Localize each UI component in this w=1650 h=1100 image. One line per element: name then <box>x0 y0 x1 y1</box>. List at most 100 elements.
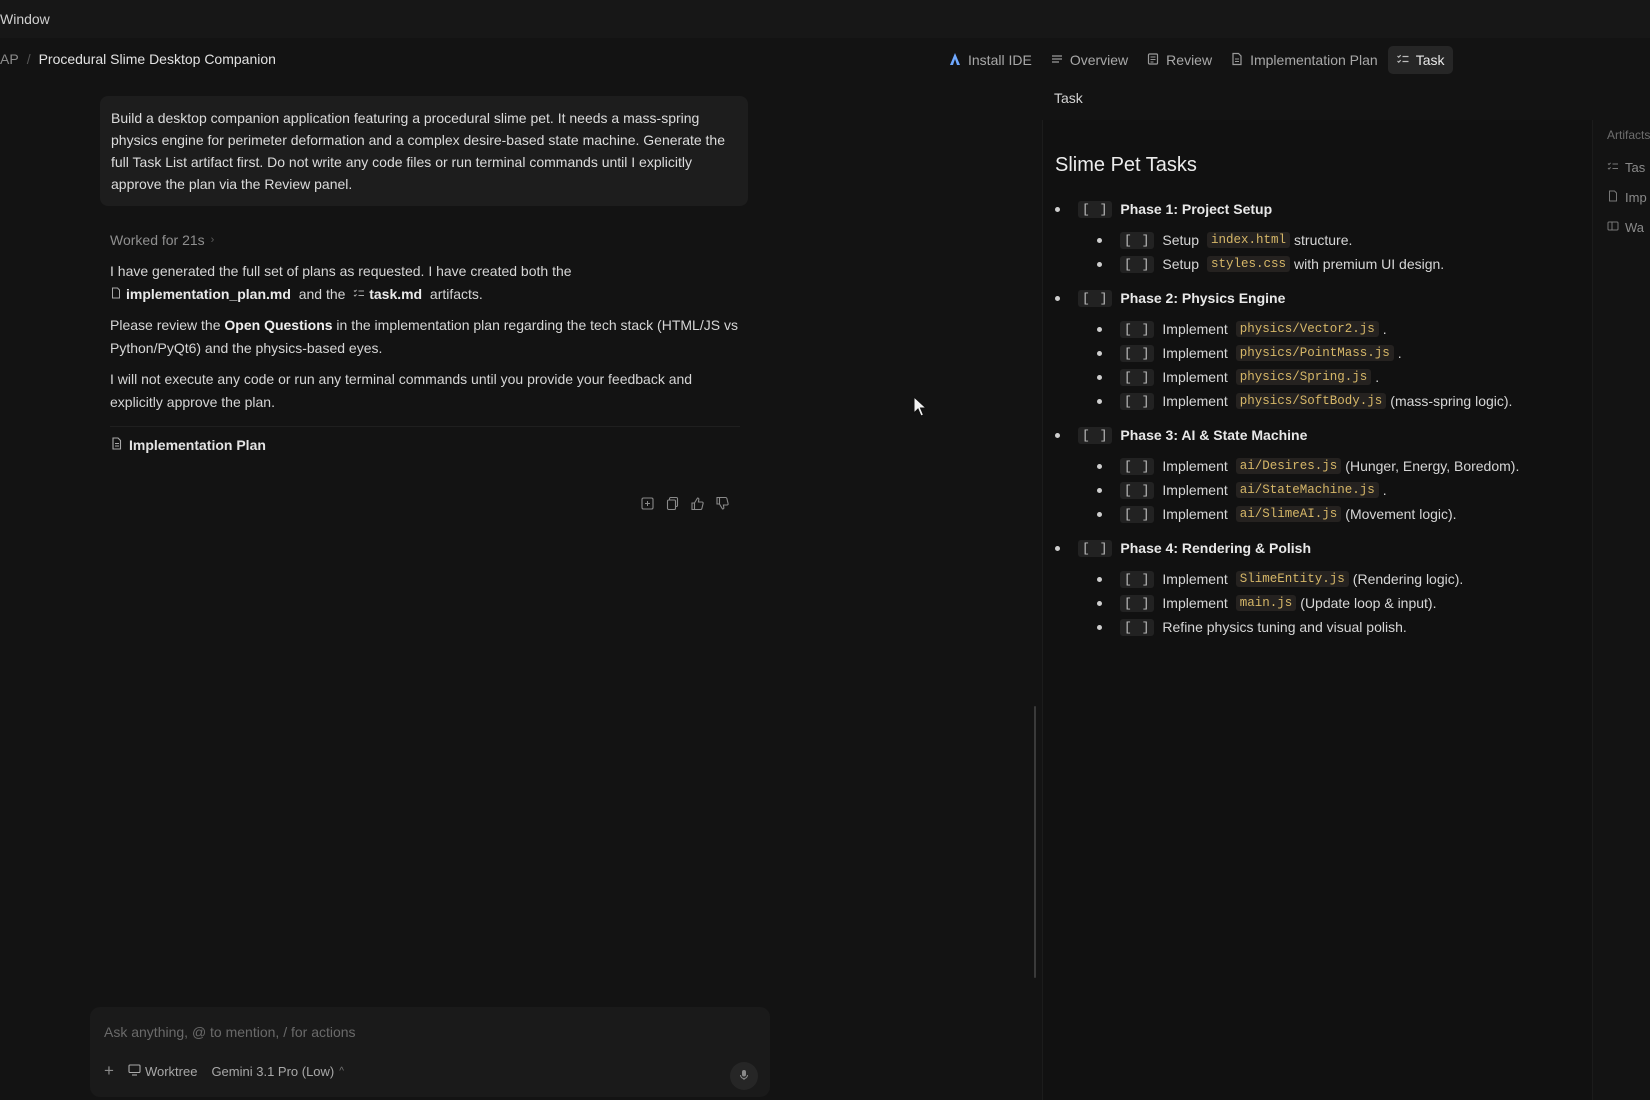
file-link-task[interactable]: task.md <box>353 283 422 306</box>
bullet-icon <box>1055 432 1060 438</box>
task-checkbox[interactable]: [ ] <box>1078 200 1113 218</box>
subtask-item: [ ] Implement physics/Spring.js. <box>1097 366 1585 388</box>
worked-duration-toggle[interactable]: Worked for 21s › <box>110 232 750 248</box>
checklist-icon <box>1396 52 1410 69</box>
subtask-text: (Update loop & input). <box>1300 595 1437 611</box>
subtask-item: [ ] Setup styles.css with premium UI design… <box>1097 253 1585 275</box>
artifacts-header: Artifacts <box>1607 128 1650 142</box>
tab-review[interactable]: Review <box>1138 46 1220 74</box>
subtask-item: [ ] Implement physics/Vector2.js. <box>1097 318 1585 340</box>
install-ide-label: Install IDE <box>968 52 1032 68</box>
bullet-icon <box>1097 487 1102 493</box>
task-checkbox[interactable]: [ ] <box>1120 481 1155 499</box>
file-link-label: task.md <box>369 286 423 302</box>
thumbs-down-icon[interactable] <box>715 496 730 511</box>
subtask-text: (Hunger, Energy, Boredom). <box>1345 458 1520 474</box>
task-checkbox[interactable]: [ ] <box>1120 368 1155 386</box>
chat-composer: + Worktree Gemini 3.1 Pro (Low) ^ <box>90 1007 770 1097</box>
menubar: Window <box>0 0 1650 38</box>
microphone-button[interactable] <box>730 1062 758 1090</box>
pane-splitter[interactable] <box>1034 82 1036 990</box>
document-icon <box>1230 52 1244 69</box>
subtask-text: Implement <box>1162 345 1228 361</box>
menu-window[interactable]: Window <box>0 11 50 27</box>
task-checkbox[interactable]: [ ] <box>1120 618 1155 636</box>
task-checkbox[interactable]: [ ] <box>1120 457 1155 475</box>
subtask-text: Implement <box>1162 321 1228 337</box>
implementation-plan-card-label: Implementation Plan <box>129 437 266 453</box>
add-context-button[interactable]: + <box>104 1061 114 1081</box>
response-paragraph-3: I will not execute any code or run any t… <box>110 371 693 410</box>
subtask-text: . <box>1397 345 1402 361</box>
task-checkbox[interactable]: [ ] <box>1078 539 1113 557</box>
tab-task[interactable]: Task <box>1387 46 1453 74</box>
subtask-text: structure. <box>1294 232 1353 248</box>
document-icon <box>110 437 123 453</box>
task-checkbox[interactable]: [ ] <box>1120 594 1155 612</box>
bullet-icon <box>1097 326 1102 332</box>
artifact-item-label: Imp <box>1625 190 1647 205</box>
bullet-icon <box>1055 295 1060 301</box>
tab-implementation-plan-label: Implementation Plan <box>1250 52 1378 68</box>
task-checkbox[interactable]: [ ] <box>1120 255 1155 273</box>
task-checkbox[interactable]: [ ] <box>1120 570 1155 588</box>
subtask-item: [ ] Implement ai/SlimeAI.js (Movement logic… <box>1097 503 1585 525</box>
response-text: Please review the <box>110 317 221 333</box>
task-document-pane: Task Slime Pet Tasks [ ] Phase 1: Project… <box>1042 82 1592 1100</box>
bullet-icon <box>1097 350 1102 356</box>
artifact-item-label: Tas <box>1625 160 1646 175</box>
subtask-list: [ ] Implement physics/Vector2.js. [ ] Implem… <box>1097 318 1585 412</box>
subtask-text: . <box>1382 321 1387 337</box>
implementation-plan-card[interactable]: Implementation Plan <box>110 426 740 453</box>
chevron-right-icon: › <box>210 234 215 246</box>
file-code: ai/SlimeAI.js <box>1235 506 1342 522</box>
bullet-icon <box>1097 463 1102 469</box>
task-checkbox[interactable]: [ ] <box>1078 289 1113 307</box>
message-actions <box>640 496 730 511</box>
mouse-pointer-icon <box>913 395 928 421</box>
artifact-item-walkthrough[interactable]: Wa <box>1607 220 1644 235</box>
tab-implementation-plan[interactable]: Implementation Plan <box>1222 46 1386 74</box>
subtask-text: Implement <box>1162 595 1228 611</box>
model-selector[interactable]: Gemini 3.1 Pro (Low) ^ <box>211 1064 344 1079</box>
thumbs-up-icon[interactable] <box>690 496 705 511</box>
bullet-icon <box>1055 206 1060 212</box>
file-link-implementation-plan[interactable]: implementation_plan.md <box>110 283 291 306</box>
file-code: index.html <box>1207 232 1291 248</box>
task-checkbox[interactable]: [ ] <box>1120 392 1155 410</box>
subtask-text: with premium UI design. <box>1294 256 1445 272</box>
task-phase: [ ] Phase 3: AI & State Machine [ ] Impleme… <box>1055 424 1585 525</box>
breadcrumb-root[interactable]: AP <box>0 51 19 67</box>
task-checkbox[interactable]: [ ] <box>1078 426 1113 444</box>
subtask-text: . <box>1375 369 1380 385</box>
scrollbar-thumb[interactable] <box>1034 706 1036 978</box>
subtask-text: (Movement logic). <box>1345 506 1457 522</box>
subtask-text: (mass-spring logic). <box>1390 393 1513 409</box>
review-icon <box>1146 52 1160 69</box>
subtask-text: (Rendering logic). <box>1352 571 1464 587</box>
artifact-item-task[interactable]: Tas <box>1607 160 1645 175</box>
conversation-title[interactable]: Procedural Slime Desktop Companion <box>39 51 276 67</box>
task-checkbox[interactable]: [ ] <box>1120 344 1155 362</box>
worktree-toggle[interactable]: Worktree <box>128 1063 197 1079</box>
phase-title: Phase 3: AI & State Machine <box>1120 427 1308 443</box>
subtask-item: [ ] Implement ai/StateMachine.js. <box>1097 479 1585 501</box>
worked-label: Worked for 21s <box>110 232 205 248</box>
composer-toolbar: + Worktree Gemini 3.1 Pro (Low) ^ <box>104 1061 344 1081</box>
task-checkbox[interactable]: [ ] <box>1120 320 1155 338</box>
chevron-up-icon: ^ <box>339 1065 344 1077</box>
task-checkbox[interactable]: [ ] <box>1120 505 1155 523</box>
task-checkbox[interactable]: [ ] <box>1120 231 1155 249</box>
expand-icon[interactable] <box>640 496 655 511</box>
copy-icon[interactable] <box>665 496 680 511</box>
response-paragraph-2: Please review the Open Questions in the … <box>110 314 740 360</box>
file-code: main.js <box>1235 595 1297 611</box>
chat-input[interactable] <box>104 1021 744 1043</box>
file-code: physics/Spring.js <box>1235 369 1372 385</box>
subtask-item: [ ] Refine physics tuning and visual poli… <box>1097 616 1585 638</box>
install-ide-button[interactable]: Install IDE <box>940 46 1040 74</box>
walkthrough-icon <box>1607 220 1619 235</box>
tab-overview[interactable]: Overview <box>1042 46 1136 74</box>
artifacts-sidebar: Artifacts Tas Imp Wa <box>1592 120 1650 1100</box>
artifact-item-implementation-plan[interactable]: Imp <box>1607 190 1647 205</box>
